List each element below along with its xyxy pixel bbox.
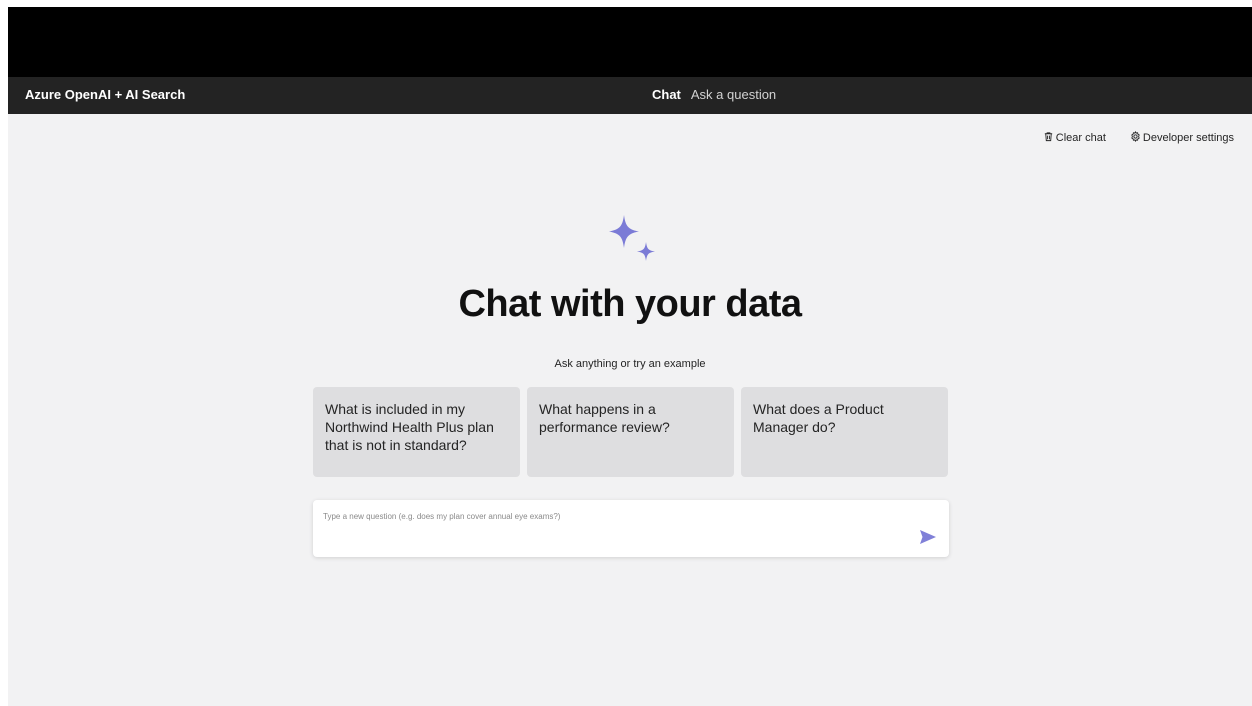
header-nav: Chat Ask a question [652, 87, 776, 102]
trash-icon [1043, 131, 1054, 145]
developer-settings-button[interactable]: Developer settings [1130, 131, 1234, 145]
question-input[interactable] [321, 510, 905, 550]
nav-chat-link[interactable]: Chat [652, 87, 681, 102]
app-frame: Azure OpenAI + AI Search Chat Ask a ques… [8, 7, 1252, 706]
clear-chat-button[interactable]: Clear chat [1043, 131, 1106, 145]
question-box [313, 500, 949, 557]
page-title: Chat with your data [458, 283, 802, 325]
developer-settings-label: Developer settings [1142, 132, 1234, 144]
example-card[interactable]: What happens in a performance review? [527, 387, 734, 477]
nav-ask-link[interactable]: Ask a question [691, 87, 776, 102]
clear-chat-label: Clear chat [1055, 132, 1106, 144]
sparkle-icon [609, 215, 655, 261]
send-icon[interactable] [919, 529, 937, 545]
top-black-bar [8, 7, 1252, 77]
app-brand[interactable]: Azure OpenAI + AI Search [25, 87, 185, 102]
gear-icon [1130, 131, 1141, 145]
header-bar: Azure OpenAI + AI Search Chat Ask a ques… [8, 77, 1252, 114]
page-subtitle: Ask anything or try an example [554, 358, 706, 370]
example-list: What is included in my Northwind Health … [313, 387, 948, 477]
chat-toolbar: Clear chat Developer settings [1043, 131, 1234, 145]
example-card[interactable]: What does a Product Manager do? [741, 387, 948, 477]
example-card[interactable]: What is included in my Northwind Health … [313, 387, 520, 477]
